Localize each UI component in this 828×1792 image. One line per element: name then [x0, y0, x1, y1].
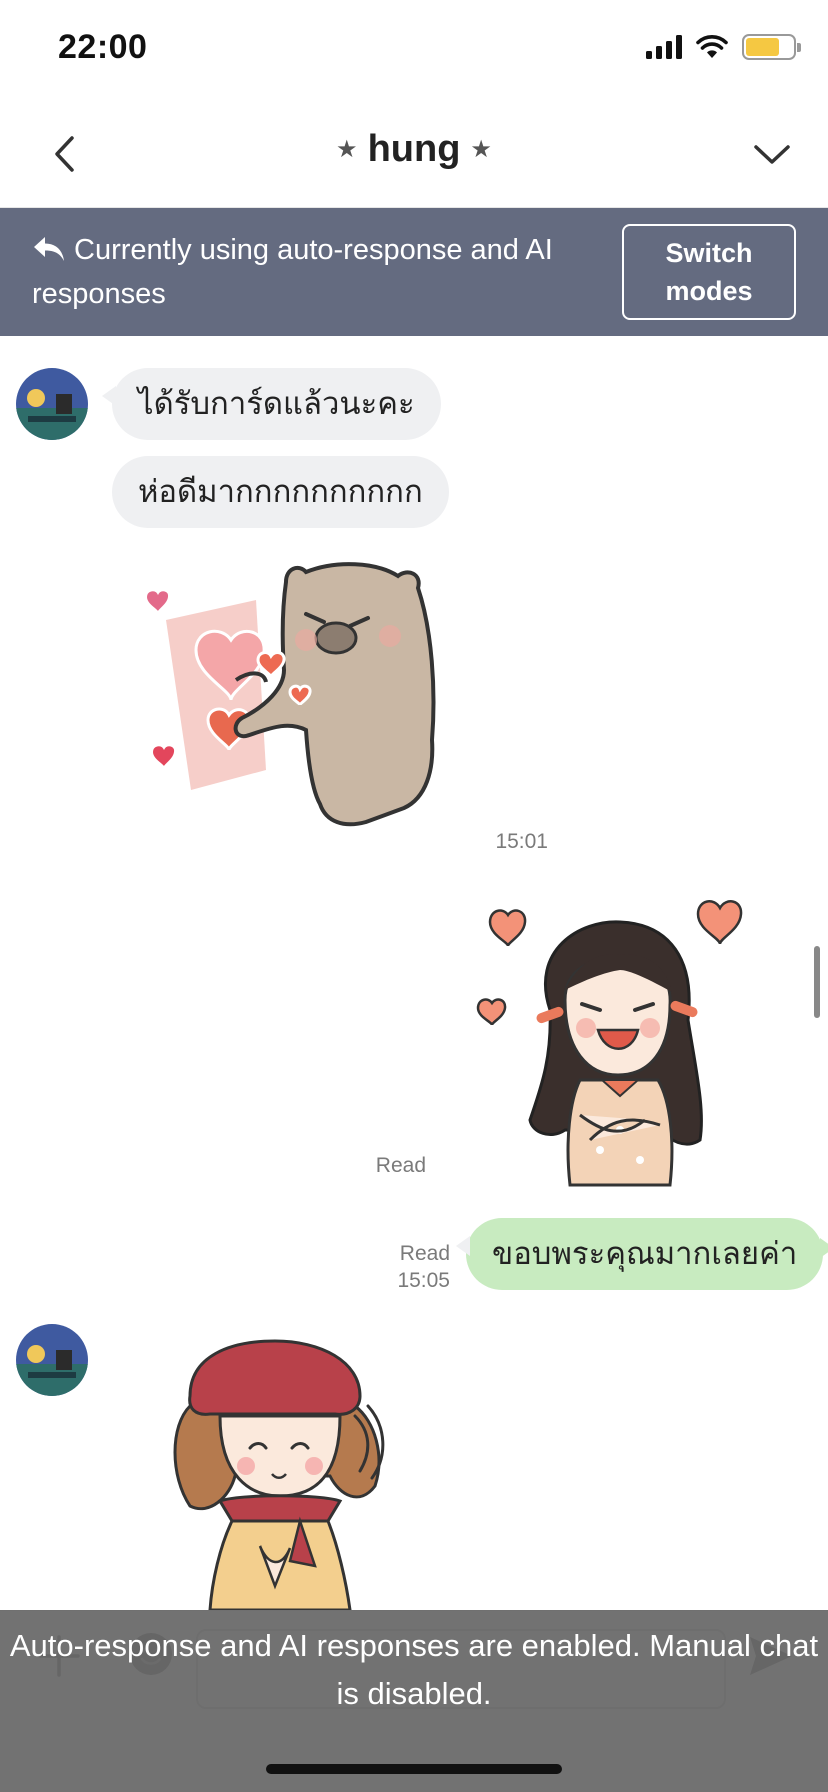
- chevron-down-icon: [754, 145, 790, 164]
- scrollbar[interactable]: [814, 946, 820, 1018]
- incoming-message-bubble[interactable]: ห่อดีมากกกกกกกกกก: [112, 456, 449, 528]
- chat-menu-button[interactable]: [740, 124, 804, 184]
- read-receipt: Read: [375, 1154, 426, 1177]
- switch-modes-button[interactable]: Switch modes: [622, 224, 796, 320]
- bear-hearts-sticker[interactable]: [136, 560, 456, 845]
- girl-laughing-hearts-sticker[interactable]: [470, 900, 760, 1205]
- incoming-message-bubble[interactable]: ได้รับการ์ดแล้วนะคะ: [102, 368, 441, 440]
- contact-name: hung: [367, 128, 461, 170]
- mode-banner: Currently using auto-response and AI res…: [0, 208, 828, 336]
- wifi-icon: [696, 35, 728, 58]
- read-receipt: Read: [399, 1242, 450, 1265]
- star-icon: ★: [470, 136, 492, 163]
- message-timestamp: 15:01: [495, 830, 548, 853]
- outgoing-message-bubble[interactable]: ขอบพระคุณมากเลยค่า: [455, 1218, 828, 1290]
- input-disabled-notice: Auto-response and AI responses are enabl…: [9, 1628, 819, 1711]
- reply-icon: [34, 237, 64, 261]
- status-bar: 22:00: [0, 0, 828, 100]
- mode-status-label: Currently using auto-response and AI res…: [32, 234, 553, 310]
- girl-bowing-sticker[interactable]: [150, 1336, 410, 1615]
- contact-avatar[interactable]: [16, 368, 88, 440]
- mode-banner-text: Currently using auto-response and AI res…: [32, 228, 592, 316]
- message-timestamp: 15:05: [397, 1269, 450, 1292]
- battery-icon: [742, 34, 801, 60]
- chat-title[interactable]: ★ hung ★: [0, 128, 828, 171]
- chat-header: ★ hung ★: [0, 100, 828, 208]
- star-icon: ★: [336, 136, 358, 163]
- status-icons: [646, 34, 801, 60]
- cellular-signal-icon: [646, 35, 682, 59]
- status-time: 22:00: [58, 28, 148, 66]
- contact-avatar[interactable]: [16, 1324, 88, 1396]
- home-indicator[interactable]: [266, 1764, 562, 1774]
